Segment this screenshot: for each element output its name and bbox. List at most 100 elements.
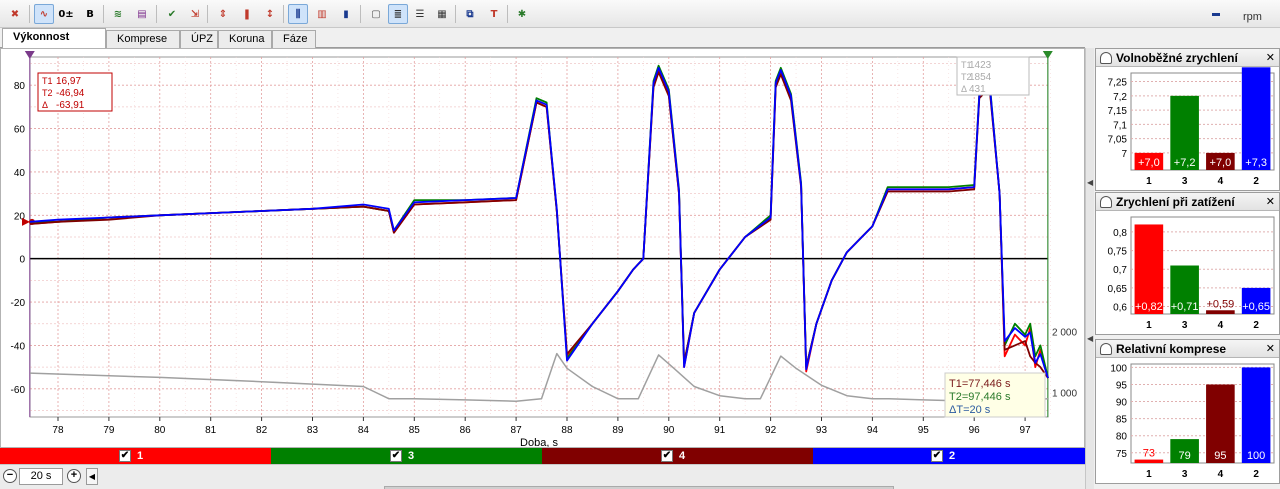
legend-channel-1[interactable]: ✔ 1 (0, 448, 271, 464)
bottom-bar: − 20 s + ◀ (0, 464, 1085, 489)
x-tick-label: 96 (969, 425, 981, 436)
bug-button[interactable]: ✱ (512, 4, 532, 24)
bar-y-tick-label: 0,8 (1113, 228, 1127, 239)
zoom-in-button[interactable]: + (67, 469, 81, 483)
panel-header: Relativní komprese ✕ (1096, 340, 1279, 358)
bar-y-tick-label: 7,15 (1108, 106, 1128, 117)
bar-2 (1241, 67, 1271, 170)
bar-y-tick-label: 7,05 (1108, 135, 1128, 146)
bar-chart-relativni-komprese: 100 95 90 85 80 75 73 1 79 3 95 4 100 2 (1110, 363, 1275, 480)
legend-checkbox-1[interactable]: ✔ (119, 450, 131, 462)
close-icon[interactable]: ✕ (1266, 342, 1275, 355)
bar-4 (1206, 310, 1235, 314)
x-tick-label: 94 (867, 425, 879, 436)
export-doc-icon: ⇲ (190, 8, 200, 20)
panel-volnobezne-zrychleni: Volnoběžné zrychlení ✕ 7,25 7,2 7,15 7,1 7,0… (1095, 48, 1280, 191)
wave-button[interactable]: ∿ (34, 4, 54, 24)
close-icon[interactable]: ✕ (1266, 195, 1275, 208)
toolbar-separator (29, 5, 30, 23)
bar-cursor-button[interactable]: ▥ (312, 4, 332, 24)
list-view-icon: ≣ (393, 8, 403, 20)
delete-button[interactable]: ✖ (5, 4, 25, 24)
main-chart-area[interactable]: 80 60 40 20 0 -20 -40 -60 2 000 1 000 78 79 80 81 82 83… (0, 48, 1085, 448)
cursor-row-value: -46,94 (56, 88, 85, 99)
rpm-label: rpm (1243, 11, 1262, 23)
page-button[interactable]: ▢ (366, 4, 386, 24)
toolbar-separator (507, 5, 508, 23)
legend-checkbox-4[interactable]: ✔ (661, 450, 673, 462)
legend-checkbox-2[interactable]: ✔ (931, 450, 943, 462)
zoom-out-button[interactable]: − (3, 469, 17, 483)
cursor-row-label: Δ (42, 100, 48, 110)
y2-tick-label: 2 000 (1052, 328, 1077, 339)
bar-y-tick-label: 7,1 (1113, 120, 1127, 131)
close-icon[interactable]: ✕ (1266, 51, 1275, 64)
legend-channel-4[interactable]: ✔ 4 (542, 448, 813, 464)
x-tick-label: 84 (358, 425, 370, 436)
collapse-arrow-icon[interactable]: ◀ (1087, 334, 1093, 343)
panel-splitter[interactable]: ◀ ◀ (1085, 48, 1094, 489)
channel-legend: ✔ 1 ✔ 3 ✔ 4 ✔ 2 (0, 448, 1085, 464)
bar-chart-icon: ▮ (343, 8, 349, 20)
scroll-left-button[interactable]: ◀ (86, 468, 98, 485)
columns-view-icon: ▦ (437, 8, 447, 20)
cursors-icon: ⫼ (295, 8, 301, 20)
grid-view-button[interactable]: ☰ (410, 4, 430, 24)
cursor-row-value: 16,97 (56, 76, 81, 87)
colors-button[interactable]: ▤ (132, 4, 152, 24)
bold-button[interactable]: B (80, 4, 100, 24)
gauge-icon (1100, 52, 1112, 64)
bar-chart-zrychleni: 0,8 0,75 0,7 0,65 0,6 +0,82 1 +0,71 3 +0,59 4 +0,65… (1108, 216, 1275, 331)
tab-koruna[interactable]: Koruna (218, 30, 272, 49)
scale-button[interactable]: ↕ (260, 4, 280, 24)
tab-komprese[interactable]: Komprese (106, 30, 180, 49)
x-tick-label: 92 (765, 425, 777, 436)
marker-button[interactable]: ❚ (237, 4, 257, 24)
y-tick-label: 60 (14, 125, 26, 136)
bug-icon: ✱ (517, 8, 527, 20)
collapse-arrow-icon[interactable]: ◀ (1087, 178, 1093, 187)
legend-label-2: 2 (949, 450, 956, 462)
list-view-button[interactable]: ≣ (388, 4, 408, 24)
legend-label-3: 3 (408, 450, 415, 462)
bar-category-label: 2 (1253, 176, 1259, 187)
text-settings-button[interactable]: T (484, 4, 504, 24)
copy-button[interactable]: ⧉ (460, 4, 480, 24)
legend-label-1: 1 (137, 450, 144, 462)
toolbar-separator (360, 5, 361, 23)
panel-zrychleni-pri-zatizeni: Zrychlení při zatížení ✕ 0,8 0,75 0,7 0,65 0… (1095, 192, 1280, 335)
bar-y-tick-label: 90 (1116, 398, 1128, 409)
copy-icon: ⧉ (466, 8, 474, 20)
x-tick-label: 81 (205, 425, 217, 436)
x-tick-label: 79 (103, 425, 115, 436)
export-doc-button[interactable]: ⇲ (185, 4, 205, 24)
x-tick-label: 93 (816, 425, 828, 436)
bold-icon: B (86, 8, 94, 20)
legend-checkbox-3[interactable]: ✔ (390, 450, 402, 462)
bar-data-label: +7,0 (1138, 157, 1160, 169)
grid-view-icon: ☰ (415, 8, 425, 20)
panel-relativni-komprese: Relativní komprese ✕ 100 95 90 85 80 75 73 1 79 3… (1095, 339, 1280, 484)
x-tick-label: 78 (52, 425, 64, 436)
y-tick-label: -20 (11, 298, 26, 309)
legend-channel-3[interactable]: ✔ 3 (271, 448, 542, 464)
columns-view-button[interactable]: ▦ (432, 4, 452, 24)
main-chart[interactable]: 806040200-20-40-602 0001 00078 79 80 81 82 83… (1, 49, 1084, 447)
time-window-field[interactable]: 20 s (19, 468, 63, 485)
vertical-arrows-icon: ⇕ (218, 8, 228, 20)
bar-data-label: 73 (1143, 448, 1155, 460)
vertical-arrows-button[interactable]: ⇕ (213, 4, 233, 24)
zero-toggle-button[interactable]: 0± (56, 4, 76, 24)
check-doc-button[interactable]: ✔ (162, 4, 182, 24)
tab-upz[interactable]: ÚPZ (180, 30, 218, 49)
level-marker-icon[interactable] (22, 217, 30, 226)
bar-y-tick-label: 75 (1116, 449, 1128, 460)
cursors-button[interactable]: ⫼ (288, 4, 308, 24)
legend-channel-2[interactable]: ✔ 2 (813, 448, 1085, 464)
tab-vykonnost-valcu[interactable]: Výkonnost válců (2, 28, 106, 60)
y-tick-label: -40 (11, 341, 26, 352)
overlay-waves-button[interactable]: ≋ (108, 4, 128, 24)
tab-faze[interactable]: Fáze (272, 30, 316, 49)
bar-chart-button[interactable]: ▮ (336, 4, 356, 24)
panel-header: Zrychlení při zatížení ✕ (1096, 193, 1279, 211)
